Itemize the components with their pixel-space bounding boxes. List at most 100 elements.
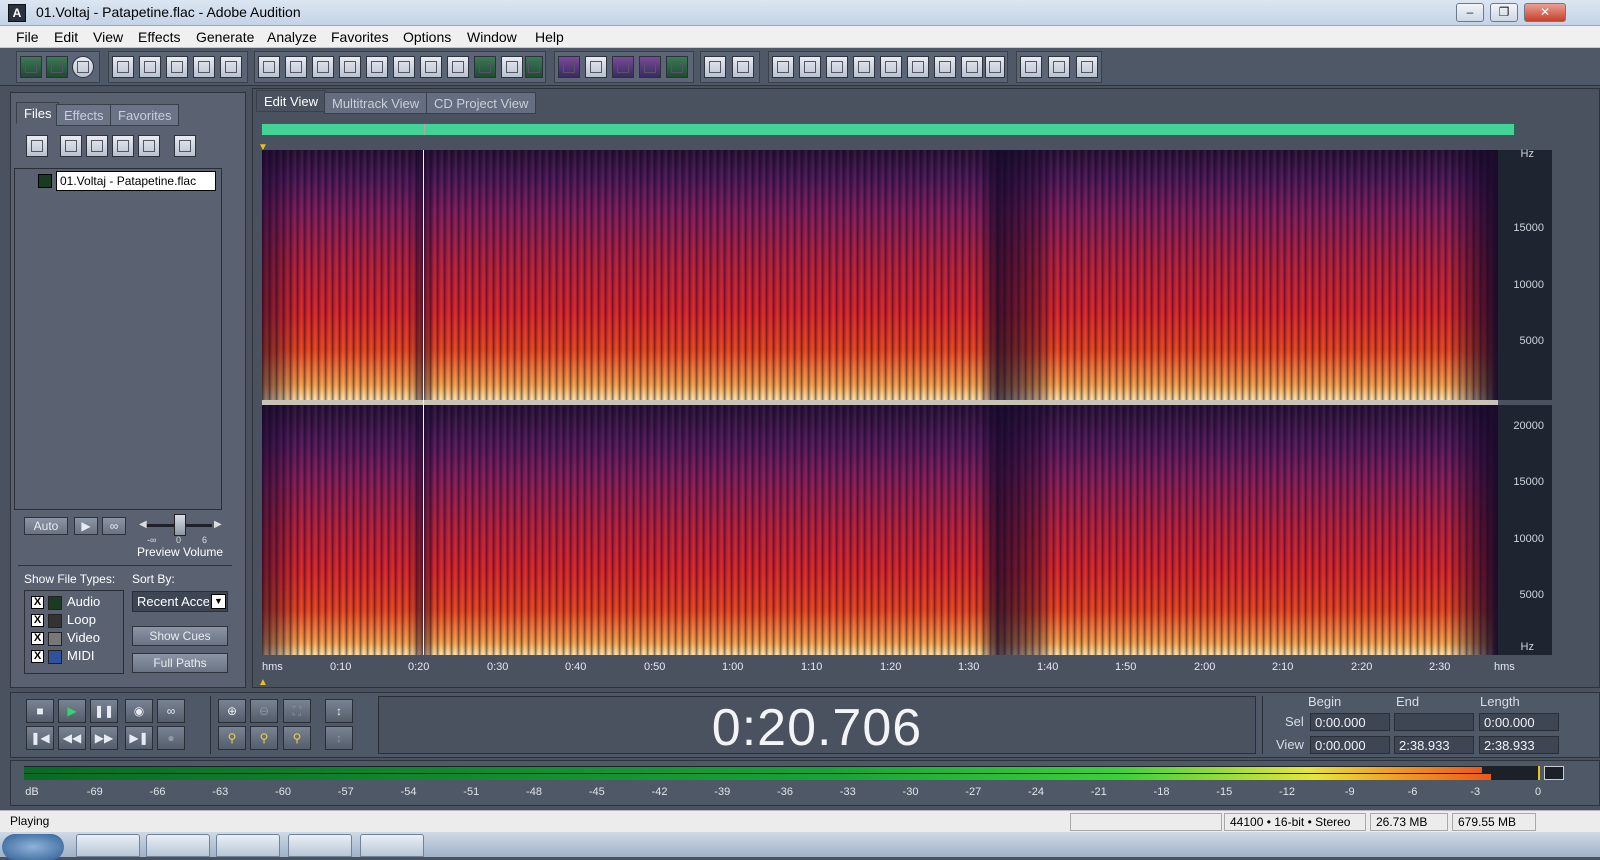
loop-button[interactable]: ∞	[157, 699, 185, 723]
import-file-button[interactable]	[60, 135, 82, 157]
sort-by-select[interactable]: Recent Acce ▼	[132, 591, 228, 612]
file-name[interactable]: 01.Voltaj - Patapetine.flac	[56, 171, 216, 191]
record-button[interactable]: ●	[157, 726, 185, 750]
color-window-button[interactable]	[961, 56, 983, 78]
new-button[interactable]	[112, 56, 134, 78]
edit-file-button[interactable]	[138, 135, 160, 157]
zoom-selection-button[interactable]: ⚲	[283, 726, 311, 750]
zoom-out-button[interactable]: ⊖	[250, 699, 278, 723]
taskbar-item[interactable]	[76, 834, 140, 857]
minimize-button[interactable]: –	[1456, 3, 1484, 22]
marquee-tool-button[interactable]	[732, 56, 754, 78]
playhead-bottom-marker-icon[interactable]: ▲	[258, 677, 268, 688]
slider-left-arrow-icon[interactable]: ◀	[139, 519, 147, 530]
menu-edit[interactable]: Edit	[54, 29, 78, 45]
undo-button[interactable]	[258, 56, 280, 78]
zoom-in-vertical-button[interactable]: ↕	[325, 699, 353, 723]
view-begin-field[interactable]: 0:00.000	[1310, 736, 1390, 754]
status-window-button[interactable]	[985, 56, 1005, 78]
insert-multitrack-button[interactable]	[112, 135, 134, 157]
window-1-button[interactable]	[772, 56, 794, 78]
cut-button[interactable]	[393, 56, 415, 78]
start-button[interactable]	[2, 834, 64, 860]
time-ruler[interactable]: hms 0:10 0:20 0:30 0:40 0:50 1:00 1:10 1…	[258, 658, 1516, 678]
tab-favorites[interactable]: Favorites	[110, 104, 180, 126]
menu-options[interactable]: Options	[403, 29, 451, 45]
time-selection-tool-button[interactable]	[704, 56, 726, 78]
save-as-button[interactable]	[193, 56, 215, 78]
maximize-button[interactable]: ❐	[1490, 3, 1518, 22]
zoom-full-button[interactable]: ⛶	[283, 699, 311, 723]
audition-icon[interactable]: A	[8, 4, 26, 22]
playhead-cursor[interactable]	[423, 150, 424, 655]
menu-favorites[interactable]: Favorites	[331, 29, 389, 45]
play-to-end-button[interactable]: ◉	[125, 699, 153, 723]
paste-button[interactable]	[420, 56, 442, 78]
audio-checkbox[interactable]: X	[31, 596, 44, 609]
sel-length-field[interactable]: 0:00.000	[1479, 713, 1559, 731]
waveform-display-button[interactable]	[666, 56, 688, 78]
zoom-out-vertical-button[interactable]: ↕	[325, 726, 353, 750]
copy-new-button[interactable]	[366, 56, 388, 78]
spectral-channel-right[interactable]	[262, 405, 1498, 655]
clip-indicator[interactable]	[1544, 766, 1564, 780]
menu-analyze[interactable]: Analyze	[267, 29, 317, 45]
transport-window-button[interactable]	[853, 56, 875, 78]
view-length-field[interactable]: 2:38.933	[1479, 736, 1559, 754]
rewind-button[interactable]: ◀◀	[58, 726, 86, 750]
phase-display-button[interactable]	[639, 56, 661, 78]
zoom-window-button[interactable]	[880, 56, 902, 78]
tab-cd-project-view[interactable]: CD Project View	[426, 92, 537, 114]
show-cues-button[interactable]: Show Cues	[132, 626, 228, 646]
save-all-button[interactable]	[220, 56, 242, 78]
slider-right-arrow-icon[interactable]: ▶	[214, 519, 222, 530]
file-list[interactable]	[14, 168, 222, 510]
menu-file[interactable]: File	[16, 29, 39, 45]
preview-volume-slider[interactable]	[174, 514, 186, 536]
close-button[interactable]: ✕	[1524, 3, 1566, 22]
window-2-button[interactable]	[799, 56, 821, 78]
tab-multitrack-view[interactable]: Multitrack View	[324, 92, 428, 114]
taskbar-item[interactable]	[216, 834, 280, 857]
open-button[interactable]	[139, 56, 161, 78]
snapshot-button[interactable]	[501, 56, 523, 78]
window-3-button[interactable]	[826, 56, 848, 78]
pan-display-button[interactable]	[612, 56, 634, 78]
panel-options-button[interactable]	[174, 135, 196, 157]
tab-edit-view[interactable]: Edit View	[256, 90, 326, 112]
tab-effects[interactable]: Effects	[56, 104, 112, 126]
menu-view[interactable]: View	[93, 29, 123, 45]
trim-button[interactable]	[474, 56, 496, 78]
loop-checkbox[interactable]: X	[31, 614, 44, 627]
view-end-field[interactable]: 2:38.933	[1394, 736, 1474, 754]
menu-generate[interactable]: Generate	[196, 29, 254, 45]
midi-checkbox[interactable]: X	[31, 650, 44, 663]
time-window-button[interactable]	[907, 56, 929, 78]
video-checkbox[interactable]: X	[31, 632, 44, 645]
save-button[interactable]	[166, 56, 188, 78]
menu-window[interactable]: Window	[467, 29, 517, 45]
pause-button[interactable]: ❚❚	[90, 699, 118, 723]
taskbar-item[interactable]	[146, 834, 210, 857]
spectral-channel-left[interactable]	[262, 150, 1498, 400]
play-button[interactable]: ▶	[58, 699, 86, 723]
zoom-in-button[interactable]: ⊕	[218, 699, 246, 723]
taskbar-item[interactable]	[360, 834, 424, 857]
scripts-button[interactable]	[1048, 56, 1070, 78]
taskbar-item[interactable]	[288, 834, 352, 857]
level-window-button[interactable]	[934, 56, 956, 78]
edit-view-tool-button[interactable]	[20, 56, 42, 78]
go-to-start-button[interactable]: ❚◀	[26, 726, 54, 750]
go-to-end-button[interactable]: ▶❚	[125, 726, 153, 750]
list-item[interactable]: 01.Voltaj - Patapetine.flac	[38, 171, 218, 191]
help-button[interactable]	[1076, 56, 1098, 78]
menu-help[interactable]: Help	[535, 29, 564, 45]
preview-loop-button[interactable]: ∞	[102, 517, 126, 535]
effects-button[interactable]	[1020, 56, 1042, 78]
multitrack-tool-button[interactable]	[46, 56, 68, 78]
sel-end-field[interactable]	[1394, 713, 1474, 731]
mix-paste-button[interactable]	[447, 56, 469, 78]
sel-begin-field[interactable]: 0:00.000	[1310, 713, 1390, 731]
stop-button[interactable]: ■	[26, 699, 54, 723]
open-file-button[interactable]	[26, 135, 48, 157]
